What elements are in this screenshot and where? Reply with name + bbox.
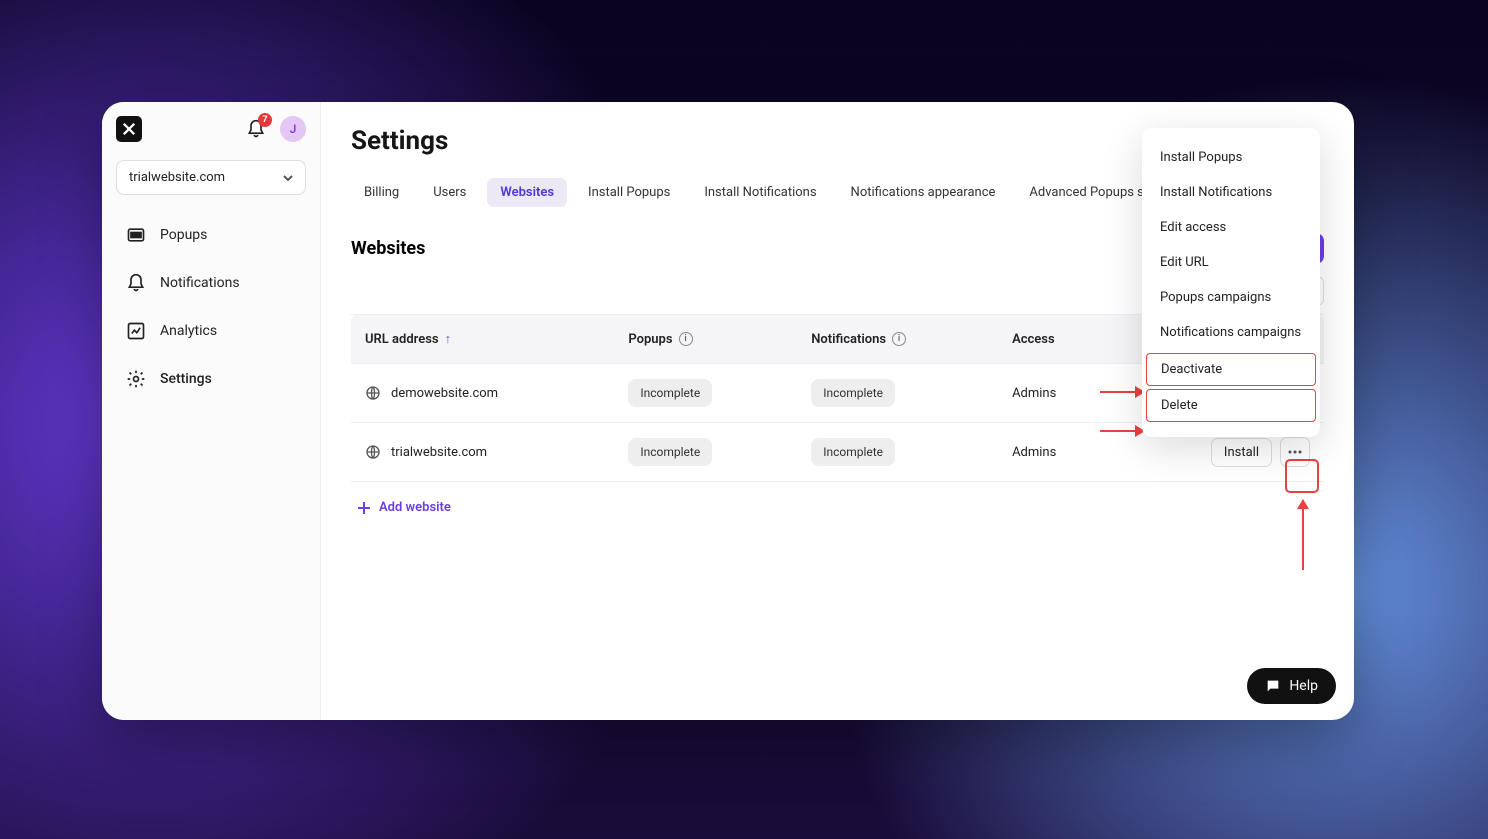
column-label: URL address bbox=[365, 332, 439, 347]
info-icon[interactable]: i bbox=[679, 332, 693, 346]
add-website-link[interactable]: Add website bbox=[351, 482, 1324, 533]
access-cell: Admins bbox=[998, 423, 1116, 482]
sidebar-item-label: Settings bbox=[160, 371, 212, 387]
bell-icon bbox=[126, 273, 146, 293]
tab-billing[interactable]: Billing bbox=[351, 178, 412, 207]
sidebar-item-label: Analytics bbox=[160, 323, 217, 339]
column-label: Access bbox=[1012, 332, 1055, 347]
install-button[interactable]: Install bbox=[1211, 438, 1272, 467]
sidebar-item-analytics[interactable]: Analytics bbox=[116, 309, 306, 353]
sidebar-item-settings[interactable]: Settings bbox=[116, 357, 306, 401]
column-label: Notifications bbox=[811, 332, 886, 347]
sidebar-item-label: Popups bbox=[160, 227, 207, 243]
menu-notifications-campaigns[interactable]: Notifications campaigns bbox=[1142, 315, 1320, 350]
column-header-popups[interactable]: Popups i bbox=[614, 315, 797, 364]
plus-icon bbox=[357, 501, 371, 515]
more-horizontal-icon bbox=[1288, 450, 1302, 454]
site-selector-value: trialwebsite.com bbox=[129, 170, 225, 185]
sidebar-item-label: Notifications bbox=[160, 275, 240, 291]
menu-install-notifications[interactable]: Install Notifications bbox=[1142, 175, 1320, 210]
globe-icon bbox=[365, 444, 381, 460]
notifications-badge: 7 bbox=[258, 113, 272, 127]
menu-delete[interactable]: Delete bbox=[1146, 389, 1316, 422]
menu-deactivate[interactable]: Deactivate bbox=[1146, 353, 1316, 386]
sort-asc-icon: ↑ bbox=[445, 331, 452, 347]
notifications-bell-icon[interactable]: 7 bbox=[244, 117, 268, 141]
row-actions: Install bbox=[1130, 437, 1310, 467]
analytics-icon bbox=[126, 321, 146, 341]
sidebar-top: 7 J bbox=[116, 116, 306, 142]
column-header-url[interactable]: URL address ↑ bbox=[351, 315, 614, 364]
menu-popups-campaigns[interactable]: Popups campaigns bbox=[1142, 280, 1320, 315]
annotation-arrow bbox=[1100, 391, 1144, 393]
chevron-down-icon bbox=[283, 173, 293, 183]
notifications-status: Incomplete bbox=[811, 438, 895, 466]
column-header-notifications[interactable]: Notifications i bbox=[797, 315, 998, 364]
popups-status: Incomplete bbox=[628, 438, 712, 466]
tab-notifications-appearance[interactable]: Notifications appearance bbox=[838, 178, 1009, 207]
tab-websites[interactable]: Websites bbox=[487, 178, 567, 207]
menu-edit-access[interactable]: Edit access bbox=[1142, 210, 1320, 245]
menu-install-popups[interactable]: Install Popups bbox=[1142, 140, 1320, 175]
sidebar: 7 J trialwebsite.com Popups Notification… bbox=[102, 102, 321, 720]
url-cell: demowebsite.com bbox=[365, 385, 600, 401]
tab-install-popups[interactable]: Install Popups bbox=[575, 178, 683, 207]
globe-icon bbox=[365, 385, 381, 401]
site-selector[interactable]: trialwebsite.com bbox=[116, 160, 306, 195]
popup-icon bbox=[126, 225, 146, 245]
sidebar-top-right: 7 J bbox=[244, 116, 306, 142]
access-cell: Admins bbox=[998, 364, 1116, 423]
sidebar-item-notifications[interactable]: Notifications bbox=[116, 261, 306, 305]
tab-users[interactable]: Users bbox=[420, 178, 479, 207]
more-menu-button[interactable] bbox=[1280, 437, 1310, 467]
annotation-arrow bbox=[1100, 430, 1144, 432]
notifications-status: Incomplete bbox=[811, 379, 895, 407]
avatar[interactable]: J bbox=[280, 116, 306, 142]
url-cell: trialwebsite.com bbox=[365, 444, 600, 460]
add-website-label: Add website bbox=[379, 500, 451, 515]
annotation-arrow bbox=[1302, 500, 1304, 570]
url-text[interactable]: trialwebsite.com bbox=[391, 445, 487, 460]
main: Settings Billing Users Websites Install … bbox=[321, 102, 1354, 720]
menu-edit-url[interactable]: Edit URL bbox=[1142, 245, 1320, 280]
tab-install-notifications[interactable]: Install Notifications bbox=[691, 178, 829, 207]
gear-icon bbox=[126, 369, 146, 389]
app-window: 7 J trialwebsite.com Popups Notification… bbox=[102, 102, 1354, 720]
info-icon[interactable]: i bbox=[892, 332, 906, 346]
app-logo-icon[interactable] bbox=[116, 116, 142, 142]
help-button[interactable]: Help bbox=[1247, 668, 1336, 704]
url-text[interactable]: demowebsite.com bbox=[391, 386, 498, 401]
row-context-menu: Install Popups Install Notifications Edi… bbox=[1142, 128, 1320, 437]
column-label: Popups bbox=[628, 332, 672, 347]
chat-icon bbox=[1265, 678, 1281, 694]
section-title: Websites bbox=[351, 238, 425, 259]
popups-status: Incomplete bbox=[628, 379, 712, 407]
column-header-access[interactable]: Access bbox=[998, 315, 1116, 364]
nav: Popups Notifications Analytics Settings bbox=[116, 213, 306, 401]
help-label: Help bbox=[1289, 678, 1318, 694]
sidebar-item-popups[interactable]: Popups bbox=[116, 213, 306, 257]
